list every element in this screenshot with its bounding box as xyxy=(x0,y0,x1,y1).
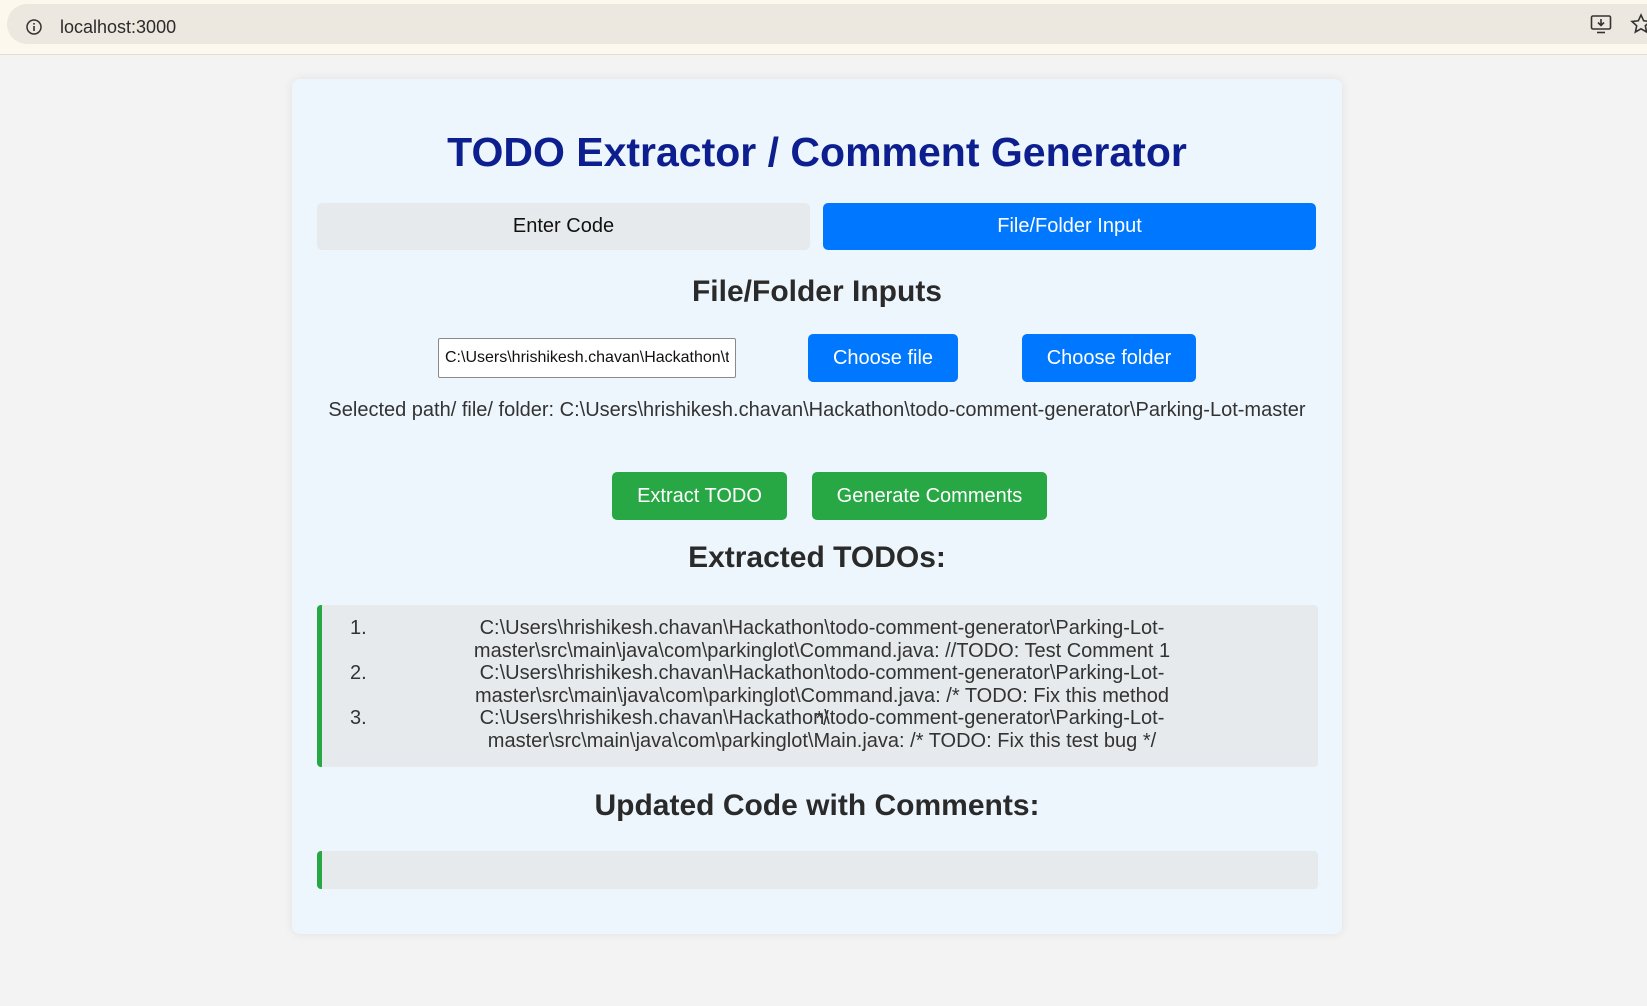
info-icon[interactable] xyxy=(26,19,42,35)
path-input[interactable] xyxy=(438,338,736,378)
list-item-number: 3. xyxy=(350,707,367,729)
tab-file-folder-input[interactable]: File/Folder Input xyxy=(823,203,1316,250)
choose-file-button[interactable]: Choose file xyxy=(808,334,958,382)
updated-code-output xyxy=(317,851,1318,889)
list-item: 3. C:\Users\hrishikesh.chavan\Hackathon\… xyxy=(322,695,1318,752)
bookmark-star-icon[interactable] xyxy=(1630,13,1647,35)
browser-toolbar: localhost:3000 xyxy=(0,0,1647,55)
choose-folder-button[interactable]: Choose folder xyxy=(1022,334,1196,382)
list-item-number: 1. xyxy=(350,617,367,639)
list-item-number: 2. xyxy=(350,662,367,684)
install-app-icon[interactable] xyxy=(1590,14,1612,34)
tab-enter-code[interactable]: Enter Code xyxy=(317,203,810,250)
selected-path-text: Selected path/ file/ folder: C:\Users\hr… xyxy=(328,399,1306,421)
url-text[interactable]: localhost:3000 xyxy=(60,17,176,38)
list-item: 2. C:\Users\hrishikesh.chavan\Hackathon\… xyxy=(322,650,1318,730)
address-bar[interactable]: localhost:3000 xyxy=(7,4,1647,44)
todo-list: 1. C:\Users\hrishikesh.chavan\Hackathon\… xyxy=(317,605,1318,767)
generate-comments-button[interactable]: Generate Comments xyxy=(812,472,1047,520)
updated-code-heading: Updated Code with Comments: xyxy=(594,789,1040,822)
extracted-todos-heading: Extracted TODOs: xyxy=(688,541,946,574)
main-card: TODO Extractor / Comment Generator Enter… xyxy=(292,79,1342,934)
file-folder-inputs-heading: File/Folder Inputs xyxy=(691,275,942,308)
list-item-text: C:\Users\hrishikesh.chavan\Hackathon\tod… xyxy=(479,707,1165,752)
page-title: TODO Extractor / Comment Generator xyxy=(447,129,1187,175)
list-item: 1. C:\Users\hrishikesh.chavan\Hackathon\… xyxy=(322,605,1318,662)
extract-todo-button[interactable]: Extract TODO xyxy=(612,472,787,520)
